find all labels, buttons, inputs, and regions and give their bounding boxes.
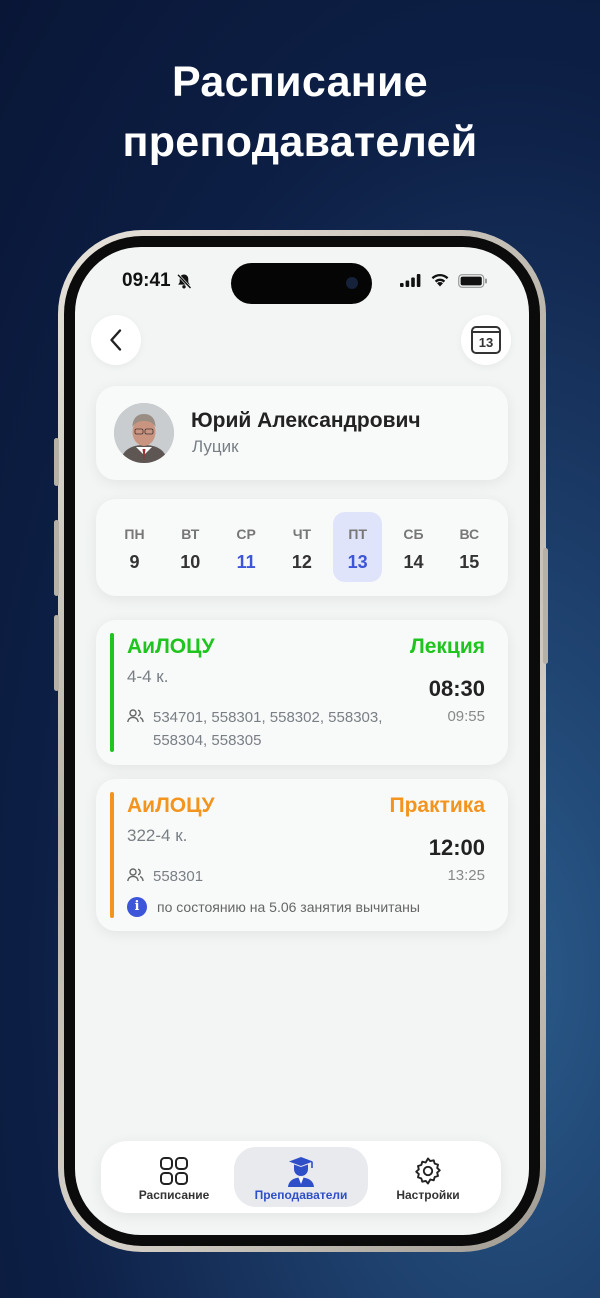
- tab-label: Расписание: [138, 1188, 210, 1202]
- calendar-button[interactable]: 13: [461, 315, 511, 365]
- day-name: ВС: [459, 526, 480, 542]
- teacher-card: Юрий Александрович Луцик: [96, 386, 508, 480]
- lesson-color-bar: [110, 792, 114, 918]
- day-name: ЧТ: [292, 526, 312, 542]
- day-6[interactable]: СБ 14: [389, 512, 438, 582]
- teacher-icon: [288, 1157, 314, 1187]
- day-name: ПТ: [348, 526, 367, 542]
- promo-title: Расписание преподавателей: [0, 52, 600, 172]
- bell-muted-icon: [177, 273, 192, 289]
- teacher-second-line: Луцик: [192, 437, 239, 456]
- lesson-room: 4-4 к.: [127, 667, 169, 686]
- day-number: 15: [459, 552, 480, 572]
- lesson-card[interactable]: АиЛОЦУ Лекция 4-4 к. 08:30 09:55 534701,…: [96, 620, 508, 765]
- day-3[interactable]: СР 11: [222, 512, 271, 582]
- lesson-start-time: 08:30: [428, 676, 485, 701]
- lesson-type: Лекция: [410, 635, 485, 658]
- day-number: 10: [180, 552, 201, 572]
- wifi-icon: [431, 273, 449, 287]
- chevron-left-icon: [110, 329, 122, 351]
- lesson-card[interactable]: АиЛОЦУ Практика 322-4 к. 12:00 13:25 558…: [96, 779, 508, 931]
- phone-volume-down: [54, 615, 59, 691]
- lesson-color-bar: [110, 633, 114, 752]
- day-5[interactable]: ПТ 13: [333, 512, 383, 582]
- teacher-first-line: Юрий Александрович: [191, 409, 421, 432]
- day-4[interactable]: ЧТ 12: [277, 512, 326, 582]
- groups-icon: [127, 868, 144, 882]
- day-number: 11: [236, 552, 256, 572]
- info-icon: i: [127, 897, 147, 917]
- day-number: 14: [403, 552, 424, 572]
- tab-schedule[interactable]: Расписание: [107, 1147, 241, 1207]
- calendar-day-label: 13: [478, 335, 494, 350]
- groups-icon: [127, 709, 144, 723]
- tab-label: Преподаватели: [254, 1188, 348, 1202]
- tab-teachers[interactable]: Преподаватели: [234, 1147, 368, 1207]
- lesson-subject: АиЛОЦУ: [127, 635, 215, 658]
- lesson-type: Практика: [389, 794, 486, 817]
- lesson-end-time: 09:55: [447, 708, 485, 725]
- lesson-groups: 558301: [153, 868, 204, 885]
- grid-icon: [160, 1157, 188, 1185]
- promo-title-line2: преподавателей: [122, 118, 478, 166]
- lesson-end-time: 13:25: [447, 867, 485, 884]
- app-screen: 09:41 13 Юрий Александрович Луцик ПН 9 В…: [75, 247, 529, 1235]
- day-name: ПН: [124, 526, 145, 542]
- day-name: ВТ: [181, 526, 200, 542]
- lesson-start-time: 12:00: [428, 835, 485, 860]
- day-number: 12: [291, 552, 312, 572]
- day-1[interactable]: ПН 9: [110, 512, 159, 582]
- dynamic-island: [231, 263, 372, 304]
- day-number: 13: [347, 552, 368, 572]
- day-name: СБ: [403, 526, 424, 542]
- status-time: 09:41: [122, 270, 171, 291]
- day-7[interactable]: ВС 15: [445, 512, 494, 582]
- cellular-signal-icon: [400, 274, 421, 287]
- tab-bar: Расписание Преподаватели Настройки: [101, 1141, 501, 1213]
- lesson-note: по состоянию на 5.06 занятия вычитаны: [157, 899, 420, 915]
- day-name: СР: [236, 526, 256, 542]
- day-number: 9: [129, 552, 140, 572]
- tab-settings[interactable]: Настройки: [361, 1147, 495, 1207]
- lesson-room: 322-4 к.: [127, 826, 188, 845]
- week-selector: ПН 9 ВТ 10 СР 11 ЧТ 12 ПТ 13 СБ 14 ВС 15: [96, 499, 508, 596]
- day-2[interactable]: ВТ 10: [166, 512, 215, 582]
- promo-title-line1: Расписание: [171, 58, 429, 106]
- battery-icon: [458, 274, 487, 288]
- teacher-avatar: [114, 403, 174, 463]
- tab-label: Настройки: [396, 1188, 460, 1202]
- lesson-groups: 534701, 558301, 558302, 558303, 558304, …: [153, 709, 383, 749]
- gear-icon: [415, 1157, 441, 1185]
- lesson-subject: АиЛОЦУ: [127, 794, 215, 817]
- phone-action-button: [54, 438, 59, 486]
- phone-volume-up: [54, 520, 59, 596]
- calendar-icon: 13: [471, 326, 501, 354]
- phone-power-button: [543, 548, 548, 664]
- back-button[interactable]: [91, 315, 141, 365]
